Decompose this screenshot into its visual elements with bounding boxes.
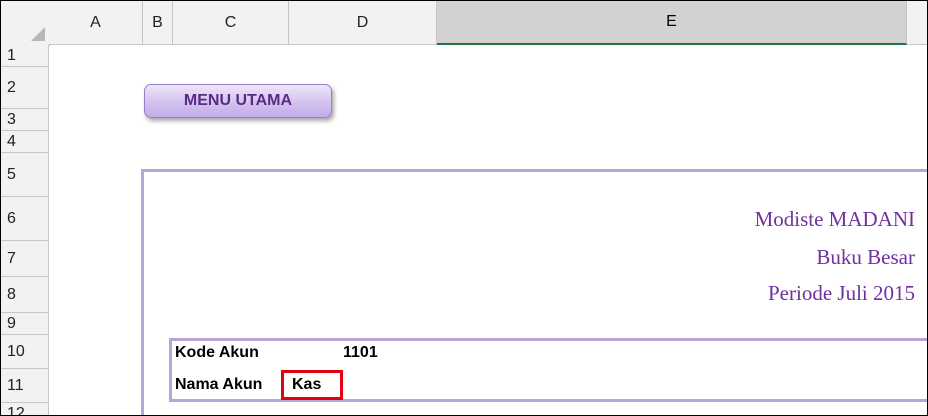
company-name: Modiste MADANI	[754, 207, 915, 231]
row-header-2[interactable]: 2	[1, 67, 49, 109]
column-header-a[interactable]: A	[49, 1, 143, 45]
row-header-11[interactable]: 11	[1, 369, 49, 403]
column-header-next[interactable]	[907, 1, 927, 45]
menu-utama-button[interactable]: MENU UTAMA	[144, 84, 332, 118]
column-header-b[interactable]: B	[143, 1, 173, 45]
account-name-label: Nama Akun	[175, 376, 263, 393]
row-header-8[interactable]: 8	[1, 277, 49, 313]
select-all-triangle-icon	[31, 27, 45, 41]
row-header-7[interactable]: 7	[1, 241, 49, 277]
row-header-5[interactable]: 5	[1, 153, 49, 197]
spreadsheet-view: A B C D E 1 2 3 4 5 6 7 8 9 10 11 12 MEN…	[0, 0, 928, 416]
account-code-label: Kode Akun	[175, 344, 259, 361]
account-name-cell[interactable]: Kas	[281, 370, 343, 400]
report-title: Buku Besar	[816, 245, 915, 269]
account-code-value[interactable]: 1101	[343, 344, 378, 362]
column-header-d[interactable]: D	[289, 1, 437, 45]
row-header-4[interactable]: 4	[1, 131, 49, 153]
row-header-3[interactable]: 3	[1, 109, 49, 131]
row-header-12[interactable]: 12	[1, 403, 49, 415]
account-name-value: Kas	[292, 376, 322, 393]
row-header-6[interactable]: 6	[1, 197, 49, 241]
column-header-c[interactable]: C	[173, 1, 289, 45]
report-period: Periode Juli 2015	[768, 281, 915, 305]
row-header-9[interactable]: 9	[1, 313, 49, 335]
select-all-corner[interactable]	[1, 1, 50, 46]
column-header-e[interactable]: E	[437, 1, 907, 45]
row-header-1[interactable]: 1	[1, 45, 49, 67]
row-header-10[interactable]: 10	[1, 335, 49, 369]
